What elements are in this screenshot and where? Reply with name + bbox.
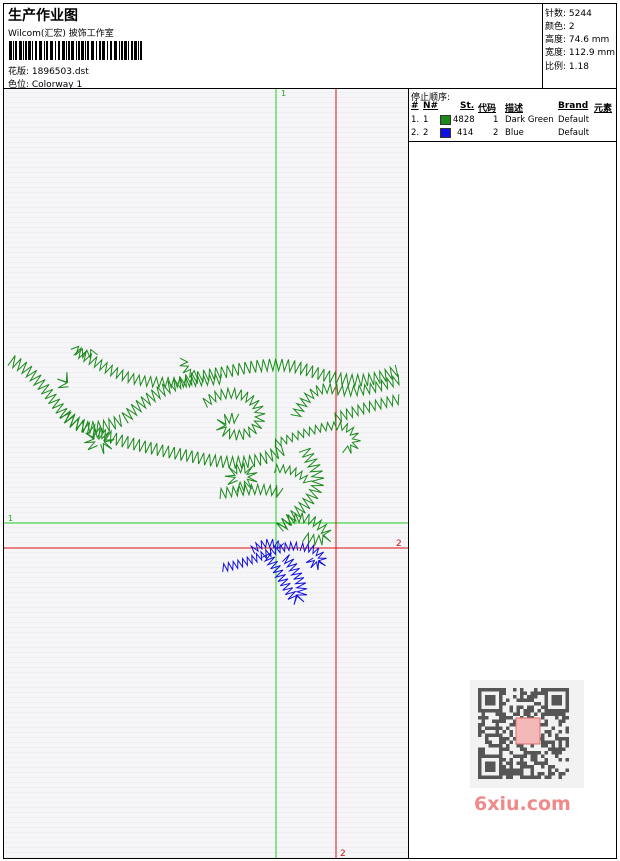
row-description: Blue [505,128,524,138]
scale-ratio: 比例: 1.18 [545,62,589,72]
stitch-run [290,374,400,418]
guide-label-green-left: 1 [8,514,13,523]
stitch-run [7,355,122,434]
stats-box: 针数: 5244 颜色: 2 高度: 74.6 mm 宽度: 112.9 mm … [542,4,617,88]
stitch-run [334,393,400,424]
barcode [9,41,142,60]
col-header-brand: Brand [558,101,589,111]
embroidery-canvas: 1 1 2 2 [4,89,409,858]
color-swatch-green [440,115,451,125]
col-header-code: 代码 [478,104,497,114]
stitch-run [179,357,198,379]
col-header-index: # [411,101,419,111]
stitch-run [57,372,69,389]
row-number: 2 [423,128,429,138]
row-stitches: 4828 [453,115,475,125]
row-number: 1 [423,115,429,125]
design-file-label: 花版: 1896503.dst [8,67,89,77]
stitch-run [261,552,308,605]
watermark: 6xiu.com [470,680,584,820]
col-header-stitches: St. [460,101,475,111]
page-title: 生产作业图 [8,8,78,24]
row-description: Dark Green [505,115,554,125]
header: 生产作业图 Wilcom(汇宏) 披饰工作室 花版: 1896503.dst 色… [4,4,617,90]
guide-label-green-top: 1 [281,89,286,98]
row-stitches: 414 [457,128,474,138]
row-brand: Default [558,128,590,138]
color-count: 颜色: 2 [545,22,575,32]
row-index: 2. [411,128,420,138]
stitch-run [59,409,285,469]
stitch-run [276,512,332,547]
row-code: 1 [493,115,499,125]
stitch-run [274,420,361,454]
watermark-brand: 6xiu.com [474,793,571,815]
stitch-run [219,482,284,500]
stop-sequence-panel: 停止顺序: # N# St. 代码 描述 Brand 元素 1. 1 4828 … [409,89,616,142]
qr-code-watermark: 6xiu.com [470,680,584,815]
col-header-number: N# [423,101,439,111]
stitch-run [202,386,266,441]
stitch-run [70,345,98,360]
studio-name: Wilcom(汇宏) 披饰工作室 [8,29,114,39]
design-width: 宽度: 112.9 mm [545,48,616,58]
stitch-count: 针数: 5244 [545,9,592,19]
guide-label-red-bottom: 2 [340,849,346,858]
stitch-run [299,541,327,571]
embroidery-preview: 1 1 2 2 [4,89,408,858]
embroidery-design [7,345,400,605]
col-header-element: 元素 [594,104,613,114]
stamp-seal-icon [515,717,541,745]
row-code: 2 [493,128,499,138]
color-swatch-blue [440,128,451,138]
guide-label-red-right: 2 [396,539,402,549]
stitch-run [274,463,312,484]
design-height: 高度: 74.6 mm [545,35,610,45]
row-index: 1. [411,115,420,125]
col-header-description: 描述 [505,104,524,114]
row-brand: Default [558,115,590,125]
